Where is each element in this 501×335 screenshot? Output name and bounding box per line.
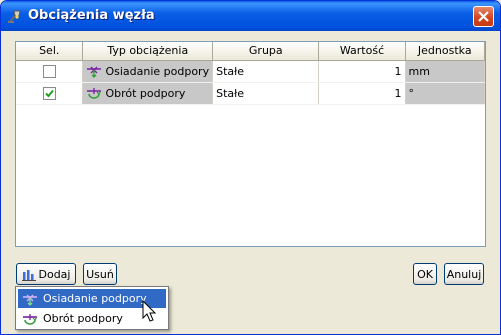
- row-checkbox[interactable]: [42, 64, 56, 78]
- support-settlement-icon: [87, 66, 102, 78]
- cancel-button-label: Anuluj: [446, 267, 482, 281]
- sel-cell[interactable]: [16, 82, 84, 105]
- type-label: Obrót podpory: [105, 86, 186, 100]
- ok-button-label: OK: [417, 267, 433, 281]
- mouse-pointer-icon: [142, 300, 157, 322]
- type-cell[interactable]: Obrót podpory: [82, 82, 214, 105]
- lamp-icon: [8, 10, 21, 23]
- ok-button[interactable]: OK: [413, 263, 437, 285]
- checkmark-icon: [45, 89, 54, 98]
- value-cell[interactable]: 1: [318, 82, 406, 105]
- table-header-row: Sel. Typ obciążenia Grupa Wartość Jednos…: [16, 42, 486, 61]
- close-icon: [478, 11, 489, 22]
- loads-grid-panel: Sel. Typ obciążenia Grupa Wartość Jednos…: [15, 41, 486, 247]
- close-button[interactable]: [473, 6, 494, 27]
- cancel-button[interactable]: Anuluj: [444, 263, 484, 285]
- column-header-type[interactable]: Typ obciążenia: [82, 42, 214, 61]
- menu-item-label: Obrót podpory: [43, 312, 123, 325]
- column-header-value[interactable]: Wartość: [318, 42, 406, 61]
- sel-cell[interactable]: [16, 60, 84, 83]
- support-rotation-icon: [87, 88, 102, 99]
- group-cell[interactable]: Stałe: [212, 60, 320, 83]
- loads-table: Sel. Typ obciążenia Grupa Wartość Jednos…: [16, 42, 486, 105]
- window-title: Obciążenia węzła: [28, 8, 155, 23]
- column-header-sel[interactable]: Sel.: [16, 42, 84, 61]
- add-load-icon: [21, 269, 36, 281]
- unit-cell: mm: [405, 60, 486, 83]
- group-cell[interactable]: Stałe: [212, 82, 320, 105]
- value-cell[interactable]: 1: [318, 60, 406, 83]
- add-button-label: Dodaj: [38, 267, 71, 281]
- column-header-group[interactable]: Grupa: [212, 42, 320, 61]
- type-label: Osiadanie podpory: [105, 64, 210, 78]
- remove-button[interactable]: Usuń: [83, 263, 117, 285]
- menu-item-label: Osiadanie podpory: [43, 292, 147, 305]
- add-button[interactable]: Dodaj: [16, 263, 76, 285]
- support-rotation-icon: [23, 313, 38, 325]
- support-settlement-icon: [23, 294, 37, 306]
- unit-cell: °: [405, 82, 486, 105]
- row-checkbox[interactable]: [42, 86, 56, 100]
- type-cell[interactable]: Osiadanie podpory: [82, 60, 214, 83]
- dialog-window: Obciążenia węzła Sel. Typ obciążenia Gru…: [0, 0, 501, 335]
- remove-button-label: Usuń: [86, 267, 114, 281]
- column-header-unit[interactable]: Jednostka: [405, 42, 486, 61]
- title-bar[interactable]: Obciążenia węzła: [1, 1, 500, 31]
- table-row[interactable]: Osiadanie podpory Stałe 1 mm: [16, 60, 486, 83]
- table-row[interactable]: Obrót podpory Stałe 1 °: [16, 82, 486, 105]
